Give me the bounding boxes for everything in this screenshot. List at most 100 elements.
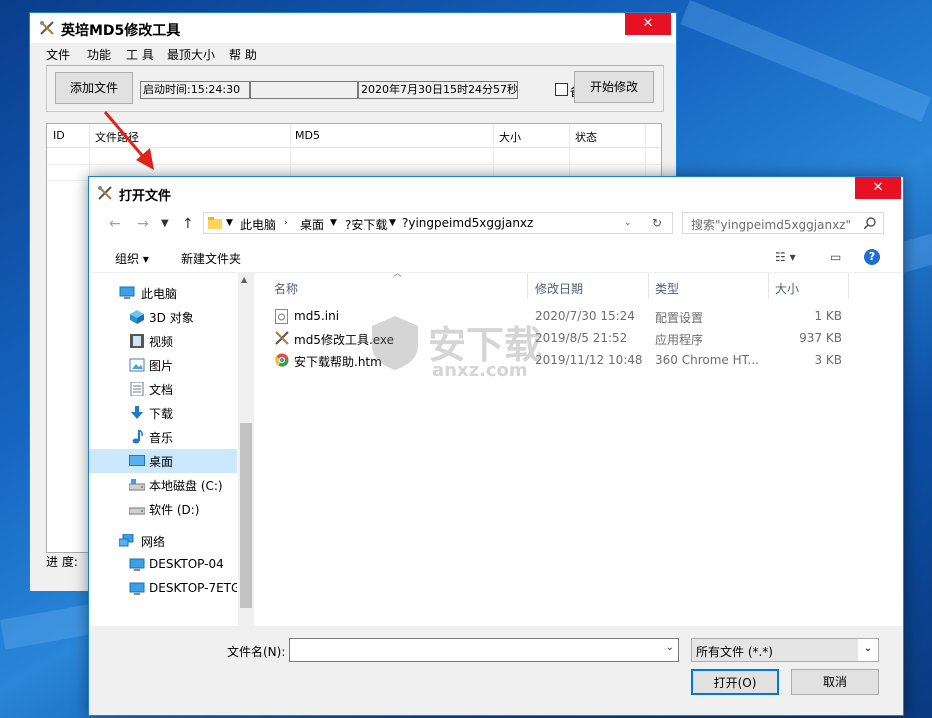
file-row[interactable]: md5.ini 2020/7/30 15:24 配置设置 1 KB <box>254 305 854 327</box>
add-file-button[interactable]: 添加文件 <box>55 72 133 104</box>
navigation-pane: 此电脑 3D 对象 视频 图片 文档 下载 音乐 桌面 本地磁盘 (C:) 软件… <box>89 273 254 626</box>
tool-icon <box>98 186 112 200</box>
cancel-button[interactable]: 取消 <box>791 669 879 695</box>
menu-file[interactable]: 文件 <box>46 46 70 63</box>
menu-tools[interactable]: 工 具 <box>126 46 154 63</box>
col-date[interactable]: 修改日期 <box>535 280 583 297</box>
new-folder-button[interactable]: 新建文件夹 <box>181 250 241 267</box>
annotation-arrow <box>103 111 154 170</box>
tool-icon <box>275 331 289 345</box>
nav-desktop-04[interactable]: DESKTOP-04 <box>89 553 237 577</box>
column-size[interactable]: 大小 <box>499 129 521 145</box>
column-status[interactable]: 状态 <box>575 129 597 145</box>
menu-topmost-size[interactable]: 最顶大小 <box>167 46 215 63</box>
search-icon[interactable] <box>864 217 876 229</box>
nav-music[interactable]: 音乐 <box>89 425 237 449</box>
nav-documents[interactable]: 文档 <box>89 377 237 401</box>
file-row[interactable]: 安下载帮助.htm 2019/11/12 10:48 360 Chrome HT… <box>254 349 854 371</box>
drive-icon <box>129 479 145 491</box>
breadcrumb-desktop[interactable]: 桌面 <box>300 216 324 233</box>
file-type-select[interactable]: 所有文件 (*.*) ⌄ <box>691 638 879 662</box>
breadcrumb-current-folder[interactable]: ?yingpeimd5xggjanxz <box>402 216 533 230</box>
ini-file-icon <box>275 309 288 324</box>
chevron-down-icon[interactable]: ⌄ <box>624 218 632 228</box>
desktop-icon <box>129 455 145 466</box>
view-options-icon[interactable]: ☷ ▾ <box>775 250 796 264</box>
dialog-close-button[interactable]: ✕ <box>855 177 901 199</box>
dialog-navbar: ← → ▼ ↑ ▼ 此电脑 › 桌面 ▼ ?安下载 ▼ ?yingpeimd5x… <box>89 207 903 241</box>
dialog-title: 打开文件 <box>119 189 172 204</box>
monitor-icon <box>129 558 145 571</box>
chrome-icon <box>275 353 289 367</box>
scroll-up-icon[interactable]: ▲ <box>241 275 247 284</box>
col-name[interactable]: 名称 <box>274 280 298 297</box>
col-type[interactable]: 类型 <box>655 280 679 297</box>
up-arrow-icon[interactable]: ↑ <box>182 216 194 232</box>
dialog-footer: 文件名(N): ⌄ 所有文件 (*.*) ⌄ 打开(O) 取消 <box>89 626 903 715</box>
breadcrumb-anxz[interactable]: ?安下载 <box>345 216 387 233</box>
nav-pictures[interactable]: 图片 <box>89 353 237 377</box>
header-divider <box>527 273 528 299</box>
chevron-down-icon[interactable]: ▼ <box>330 218 337 228</box>
computer-icon <box>119 286 135 299</box>
file-row[interactable]: md5修改工具.exe 2019/8/5 21:52 应用程序 937 KB <box>254 327 854 349</box>
app-close-button[interactable]: ✕ <box>625 13 671 35</box>
search-placeholder: 搜索"yingpeimd5xggjanxz" <box>691 218 852 232</box>
start-time-field: 启动时间:15:24:30 <box>140 81 250 99</box>
nav-3d-objects[interactable]: 3D 对象 <box>89 305 237 329</box>
open-button[interactable]: 打开(O) <box>691 669 779 695</box>
monitor-icon <box>129 582 145 595</box>
backup-checkbox[interactable] <box>555 83 568 96</box>
nav-desktop[interactable]: 桌面 <box>89 449 237 473</box>
help-button[interactable]: ? <box>864 249 880 265</box>
folder-icon <box>208 217 222 229</box>
dialog-title-bar: 打开文件 ✕ <box>89 177 903 207</box>
nav-downloads[interactable]: 下载 <box>89 401 237 425</box>
nav-software-d[interactable]: 软件 (D:) <box>89 497 237 521</box>
filename-label: 文件名(N): <box>227 645 286 659</box>
network-icon <box>119 534 134 547</box>
datetime-field: 2020年7月30日15时24分57秒 <box>358 81 518 99</box>
col-size[interactable]: 大小 <box>775 280 799 297</box>
preview-pane-icon[interactable]: ▭ <box>830 250 841 264</box>
header-divider <box>648 273 649 299</box>
app-menubar: 文件 功能 工 具 最顶大小 帮 助 <box>30 44 676 64</box>
back-arrow-icon[interactable]: ← <box>109 216 121 232</box>
column-md5[interactable]: MD5 <box>295 129 320 142</box>
forward-arrow-icon[interactable]: → <box>137 216 149 232</box>
header-divider <box>768 273 769 299</box>
chevron-right-icon[interactable]: › <box>284 218 288 228</box>
chevron-down-icon[interactable]: ▼ <box>226 218 233 228</box>
search-box[interactable]: 搜索"yingpeimd5xggjanxz" <box>682 212 884 234</box>
app-title: 英培MD5修改工具 <box>61 23 181 39</box>
chevron-down-icon[interactable]: ▼ <box>389 218 396 228</box>
address-bar[interactable]: ▼ 此电脑 › 桌面 ▼ ?安下载 ▼ ?yingpeimd5xggjanxz … <box>203 212 673 234</box>
status-empty-field <box>250 81 358 99</box>
wallpaper-ray <box>680 0 932 122</box>
refresh-icon[interactable]: ↻ <box>652 216 662 230</box>
scrollbar-thumb[interactable] <box>240 423 252 608</box>
menu-help[interactable]: 帮 助 <box>229 46 257 63</box>
chevron-down-icon[interactable]: ⌄ <box>666 642 674 653</box>
recent-dropdown-icon[interactable]: ▼ <box>161 218 169 229</box>
file-header: 名称 修改日期 类型 大小 <box>254 273 897 299</box>
nav-videos[interactable]: 视频 <box>89 329 237 353</box>
menu-function[interactable]: 功能 <box>87 46 111 63</box>
video-icon <box>130 334 144 348</box>
nav-scrollbar[interactable]: ▲ <box>238 273 254 626</box>
download-icon <box>131 406 143 419</box>
nav-desktop-7etg[interactable]: DESKTOP-7ETG <box>89 577 237 601</box>
nav-network[interactable]: 网络 <box>89 529 237 553</box>
nav-local-disk-c[interactable]: 本地磁盘 (C:) <box>89 473 237 497</box>
column-id[interactable]: ID <box>53 129 65 142</box>
nav-this-pc[interactable]: 此电脑 <box>89 281 237 305</box>
watermark-subtext: anxz.com <box>432 360 528 381</box>
header-divider <box>848 273 849 299</box>
start-modify-button[interactable]: 开始修改 <box>574 71 654 103</box>
filename-input[interactable]: ⌄ <box>289 638 679 662</box>
breadcrumb-this-pc[interactable]: 此电脑 <box>240 216 276 233</box>
shield-icon <box>372 316 418 370</box>
organize-button[interactable]: 组织 ▾ <box>115 250 149 267</box>
chevron-down-icon[interactable]: ⌄ <box>858 639 878 661</box>
progress-label: 进 度: <box>46 555 78 569</box>
